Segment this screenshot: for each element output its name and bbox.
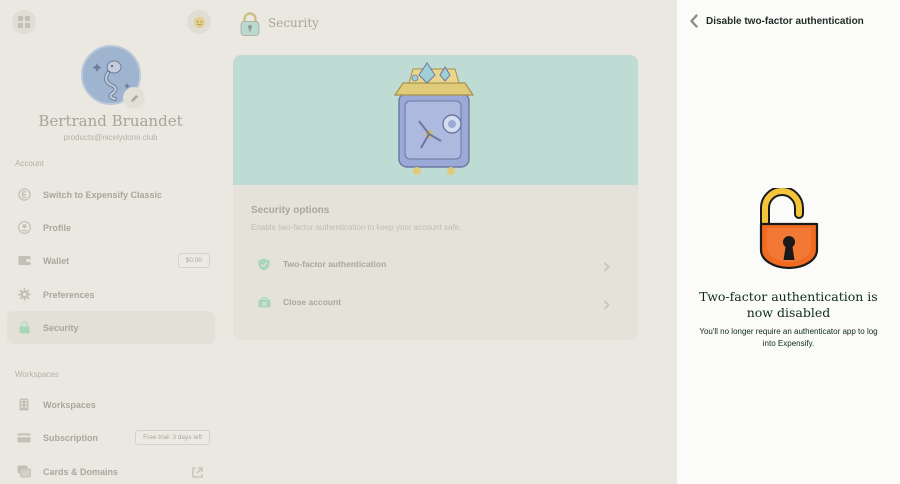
lock-icon xyxy=(17,321,31,335)
safe-illustration-icon xyxy=(393,62,475,175)
chevron-left-icon xyxy=(690,14,698,28)
close-account-label: Close account xyxy=(283,297,342,307)
back-button[interactable] xyxy=(689,14,701,28)
building-icon xyxy=(17,398,31,412)
security-hero xyxy=(233,55,638,185)
sidebar-item-label: Profile xyxy=(43,222,72,233)
grid-icon xyxy=(18,16,30,28)
wallet-balance-badge: $0.00 xyxy=(177,253,210,268)
panel-title: Disable two-factor authentication xyxy=(706,16,864,27)
sidebar: Bertrand Bruandet products@nicelydone.cl… xyxy=(0,0,221,484)
sidebar-item-subscription[interactable]: Subscription Free trial: 3 days left xyxy=(7,421,215,454)
expensify-icon xyxy=(17,188,31,202)
success-heading: Two-factor authentication is now disable… xyxy=(699,289,878,320)
two-factor-auth-label: Two-factor authentication xyxy=(283,259,387,269)
sidebar-item-label: Wallet xyxy=(43,255,70,266)
profile-icon xyxy=(17,221,31,235)
sidebar-item-security[interactable]: Security xyxy=(7,311,215,344)
wallet-icon xyxy=(17,254,31,268)
sidebar-item-profile[interactable]: Profile xyxy=(7,211,215,244)
free-trial-badge: Free trial: 3 days left xyxy=(135,430,210,445)
card-icon xyxy=(17,431,31,445)
two-factor-auth-row[interactable]: Two-factor authentication xyxy=(233,246,638,282)
sidebar-item-label: Workspaces xyxy=(43,399,96,410)
page-title: Security xyxy=(268,16,319,30)
sidebar-item-label: Security xyxy=(43,322,79,333)
sidebar-item-workspaces[interactable]: Workspaces xyxy=(7,388,215,421)
shield-icon xyxy=(257,257,271,271)
smiley-icon xyxy=(193,16,205,28)
sidebar-item-wallet[interactable]: Wallet $0.00 xyxy=(7,244,215,277)
chevron-right-icon xyxy=(603,259,610,277)
emoji-status-button[interactable] xyxy=(187,10,211,34)
sidebar-item-cards-domains[interactable]: Cards & Domains xyxy=(7,455,215,484)
security-options-title: Security options xyxy=(251,205,330,216)
home-grid-button[interactable] xyxy=(12,10,36,34)
user-display-name: Bertrand Bruandet xyxy=(38,112,183,130)
chevron-right-icon xyxy=(603,297,610,315)
sidebar-item-label: Switch to Expensify Classic xyxy=(43,189,163,200)
pencil-icon xyxy=(130,94,138,102)
close-account-icon xyxy=(257,295,271,309)
sidebar-item-label: Preferences xyxy=(43,289,95,300)
gear-icon xyxy=(17,288,31,302)
edit-avatar-button[interactable] xyxy=(123,87,145,109)
disable-2fa-panel: Disable two-factor authentication Two-fa… xyxy=(677,0,900,484)
external-link-icon xyxy=(192,465,203,483)
security-card: Security options Enable two-factor authe… xyxy=(233,55,638,340)
workspaces-section-label: Workspaces xyxy=(15,370,59,379)
user-email: products@nicelydone.club xyxy=(63,133,158,142)
account-section-label: Account xyxy=(15,159,44,168)
unlocked-padlock-icon xyxy=(759,186,819,270)
sidebar-item-switch-classic[interactable]: Switch to Expensify Classic xyxy=(7,178,215,211)
profile-avatar[interactable] xyxy=(81,45,145,109)
sidebar-item-preferences[interactable]: Preferences xyxy=(7,278,215,311)
sidebar-item-label: Cards & Domains xyxy=(43,466,119,477)
close-account-row[interactable]: Close account xyxy=(233,284,638,320)
cards-icon xyxy=(17,465,31,479)
security-lock-icon xyxy=(240,12,260,36)
sidebar-item-label: Subscription xyxy=(43,432,99,443)
success-subtitle: You'll no longer require an authenticato… xyxy=(699,327,878,348)
security-options-subtitle: Enable two-factor authentication to keep… xyxy=(251,223,462,232)
